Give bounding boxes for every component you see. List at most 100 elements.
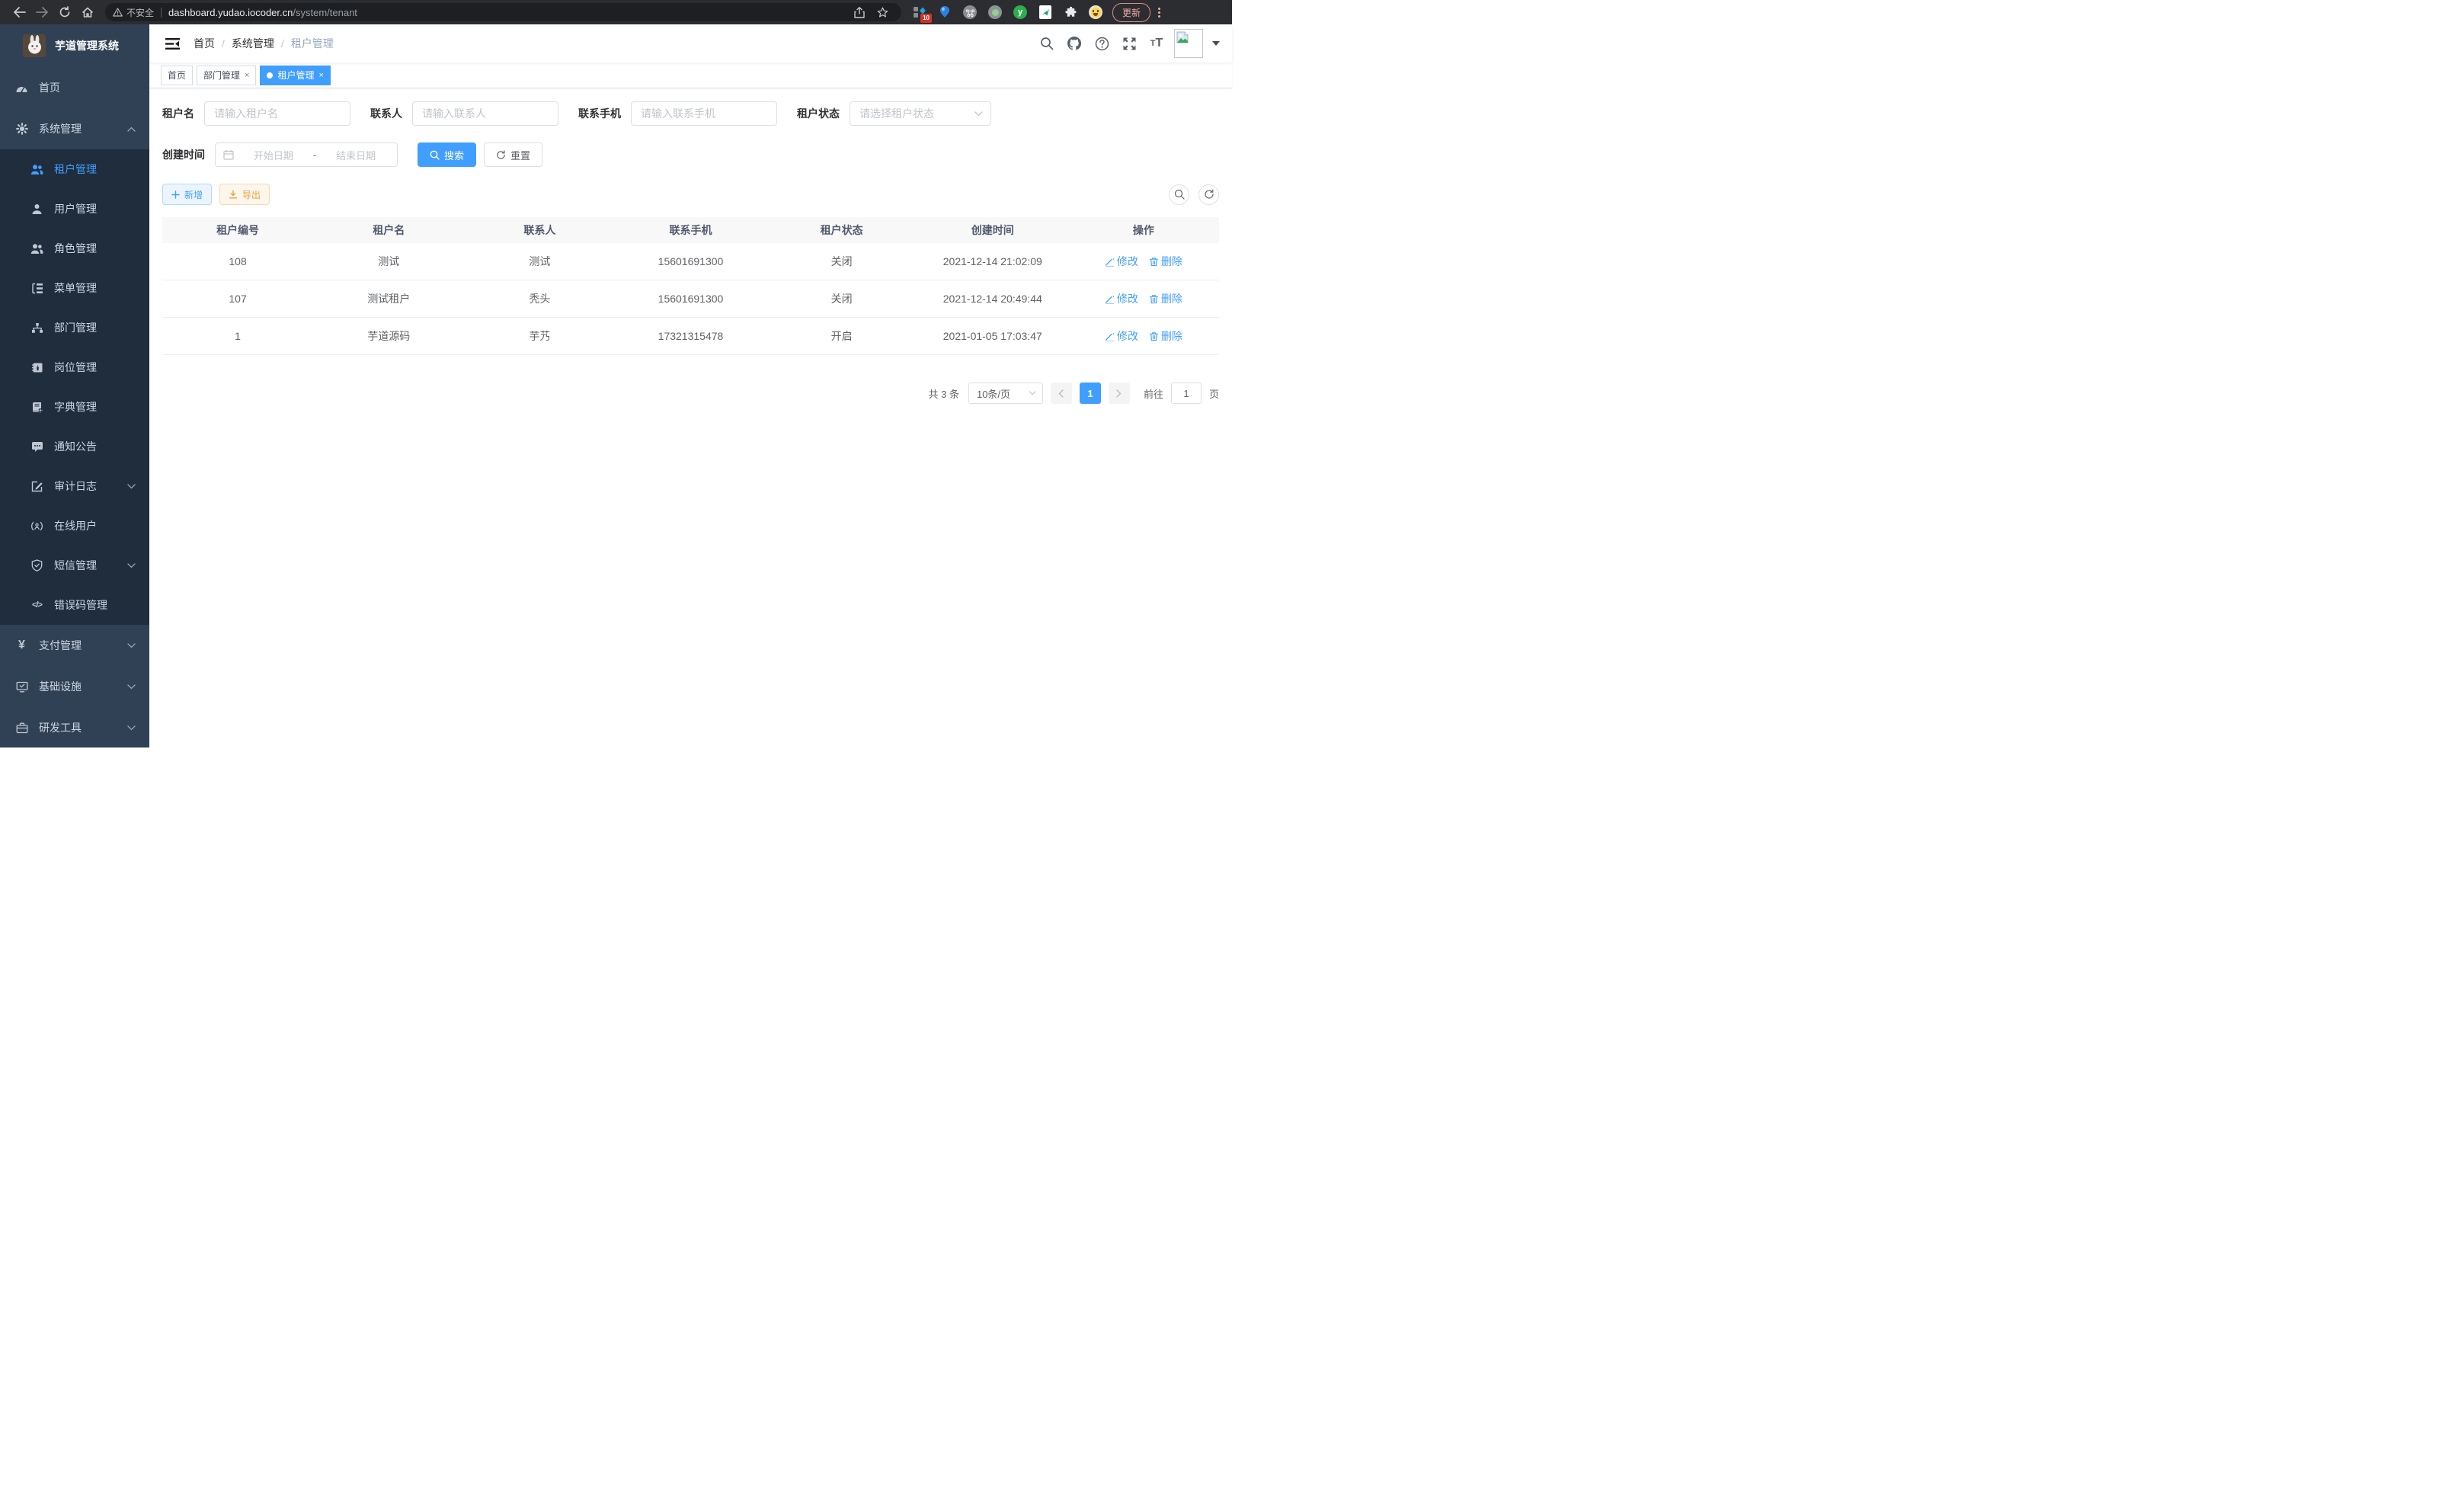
reload-icon[interactable]	[53, 2, 76, 22]
menu-tree-icon	[30, 282, 43, 295]
next-page-button[interactable]	[1109, 383, 1130, 404]
page-size-select[interactable]: 10条/页	[968, 383, 1043, 404]
org-chart-icon	[30, 322, 43, 335]
chevron-down-icon	[974, 111, 983, 117]
delete-link[interactable]: 删除	[1149, 254, 1182, 269]
sidebar-item-sms[interactable]: 短信管理	[0, 546, 149, 585]
sidebar-item-post[interactable]: 岗位管理	[0, 347, 149, 387]
home-icon[interactable]	[76, 2, 99, 22]
sidebar-item-online-users[interactable]: 在线用户	[0, 506, 149, 546]
forward-icon[interactable]	[30, 2, 53, 22]
tenant-name-input[interactable]	[204, 101, 350, 126]
extension-y-icon[interactable]: y	[1013, 5, 1028, 20]
help-icon[interactable]	[1092, 34, 1112, 53]
table-row: 107 测试租户 秃头 15601691300 关闭 2021-12-14 20…	[162, 280, 1219, 318]
breadcrumb-home[interactable]: 首页	[194, 36, 215, 51]
extension-gray-green-dot-icon[interactable]	[987, 5, 1003, 20]
online-broadcast-icon	[30, 520, 43, 533]
cell-status: 开启	[766, 318, 917, 354]
github-icon[interactable]	[1064, 34, 1084, 53]
sidebar-item-role[interactable]: 角色管理	[0, 229, 149, 268]
sidebar-item-pay[interactable]: ¥ 支付管理	[0, 625, 149, 666]
extension-strip: 10 y	[912, 5, 1103, 20]
refresh-circle-icon[interactable]	[1198, 184, 1219, 205]
url-bar[interactable]: 不安全 dashboard.yudao.iocoder.cn/system/te…	[105, 3, 901, 21]
tab-dept[interactable]: 部门管理 ×	[197, 66, 256, 85]
tags-view: 首页 部门管理 × 租户管理 ×	[149, 62, 1232, 88]
search-icon[interactable]	[1037, 34, 1057, 53]
sidebar: 芋道管理系统 首页 系统管理	[0, 24, 149, 748]
extension-grid-diamond-icon[interactable]: 10	[912, 5, 927, 20]
filter-row-1: 租户名 联系人 联系手机 租户状态 请选择租户状态	[162, 101, 1219, 126]
sidebar-item-home[interactable]: 首页	[0, 67, 149, 108]
extensions-puzzle-icon[interactable]	[1063, 5, 1078, 20]
extension-balloon-icon[interactable]	[937, 5, 952, 20]
menu-kebab-icon[interactable]	[1158, 8, 1160, 18]
close-icon[interactable]: ×	[245, 71, 249, 80]
delete-link[interactable]: 删除	[1149, 328, 1182, 344]
tab-home[interactable]: 首页	[161, 66, 193, 85]
goto-page-input[interactable]	[1171, 383, 1202, 404]
dropdown-caret-icon[interactable]	[1212, 41, 1220, 46]
prev-page-button[interactable]	[1051, 383, 1072, 404]
export-button[interactable]: 导出	[219, 184, 270, 205]
page-number-button[interactable]: 1	[1080, 383, 1101, 404]
sidebar-item-dict[interactable]: 字典管理	[0, 387, 149, 427]
contact-input[interactable]	[412, 101, 558, 126]
sidebar-item-devtools[interactable]: 研发工具	[0, 707, 149, 748]
download-icon	[229, 190, 238, 199]
sidebar-item-label: 审计日志	[54, 479, 97, 494]
cell-mobile: 15601691300	[615, 243, 766, 280]
sidebar-item-label: 系统管理	[39, 121, 82, 136]
edit-link[interactable]: 修改	[1105, 291, 1138, 306]
start-date-placeholder: 开始日期	[240, 148, 307, 162]
sidebar-item-error-code[interactable]: </> 错误码管理	[0, 585, 149, 625]
status-select-placeholder: 请选择租户状态	[859, 106, 974, 121]
reset-button-label: 重置	[510, 148, 530, 162]
app-logo-row[interactable]: 芋道管理系统	[0, 24, 149, 67]
table-row: 1 芋道源码 芋艿 17321315478 开启 2021-01-05 17:0…	[162, 318, 1219, 355]
sidebar-item-label: 菜单管理	[54, 280, 97, 296]
search-circle-icon[interactable]	[1169, 184, 1189, 205]
reset-button[interactable]: 重置	[484, 142, 542, 167]
cell-contact: 秃头	[464, 280, 615, 317]
add-button[interactable]: 新增	[162, 184, 212, 205]
mobile-label: 联系手机	[578, 106, 621, 121]
fullscreen-icon[interactable]	[1119, 34, 1139, 53]
back-icon[interactable]	[8, 2, 30, 22]
sidebar-item-infra[interactable]: 基础设施	[0, 666, 149, 707]
extension-command-icon[interactable]	[962, 5, 978, 20]
site-security[interactable]: 不安全	[113, 6, 154, 19]
chevron-left-icon	[1058, 389, 1064, 398]
sidebar-item-system[interactable]: 系统管理	[0, 108, 149, 149]
browser-update-button[interactable]: 更新	[1112, 3, 1150, 22]
delete-link[interactable]: 删除	[1149, 291, 1182, 306]
sidebar-item-dept[interactable]: 部门管理	[0, 308, 149, 347]
bookmark-star-icon[interactable]	[871, 3, 894, 21]
extension-green-doc-icon[interactable]	[1038, 5, 1053, 20]
mobile-input[interactable]	[631, 101, 777, 126]
tab-tenant[interactable]: 租户管理 ×	[260, 66, 330, 85]
status-select[interactable]: 请选择租户状态	[850, 101, 991, 126]
share-icon[interactable]	[848, 3, 871, 21]
sidebar-fold-icon[interactable]	[162, 33, 183, 54]
sidebar-item-menu[interactable]: 菜单管理	[0, 268, 149, 308]
sidebar-item-audit-log[interactable]: 审计日志	[0, 466, 149, 506]
col-tenant-name: 租户名	[313, 217, 464, 243]
edit-link[interactable]: 修改	[1105, 328, 1138, 344]
create-time-range-picker[interactable]: 开始日期 - 结束日期	[215, 142, 398, 167]
cell-tenant-id: 1	[162, 318, 313, 354]
avatar-broken-image[interactable]	[1174, 29, 1203, 58]
font-size-icon[interactable]: TT	[1147, 34, 1166, 53]
sidebar-item-label: 通知公告	[54, 439, 97, 454]
close-icon[interactable]: ×	[318, 71, 323, 80]
search-button[interactable]: 搜索	[418, 142, 476, 167]
create-time-label: 创建时间	[162, 147, 205, 162]
profile-avatar[interactable]	[1088, 5, 1103, 20]
table-row: 108 测试 测试 15601691300 关闭 2021-12-14 21:0…	[162, 243, 1219, 280]
sidebar-item-user[interactable]: 用户管理	[0, 189, 149, 229]
sidebar-item-tenant[interactable]: 租户管理	[0, 149, 149, 189]
breadcrumb-system[interactable]: 系统管理	[232, 36, 274, 51]
sidebar-item-notice[interactable]: 通知公告	[0, 427, 149, 466]
edit-link[interactable]: 修改	[1105, 254, 1138, 269]
